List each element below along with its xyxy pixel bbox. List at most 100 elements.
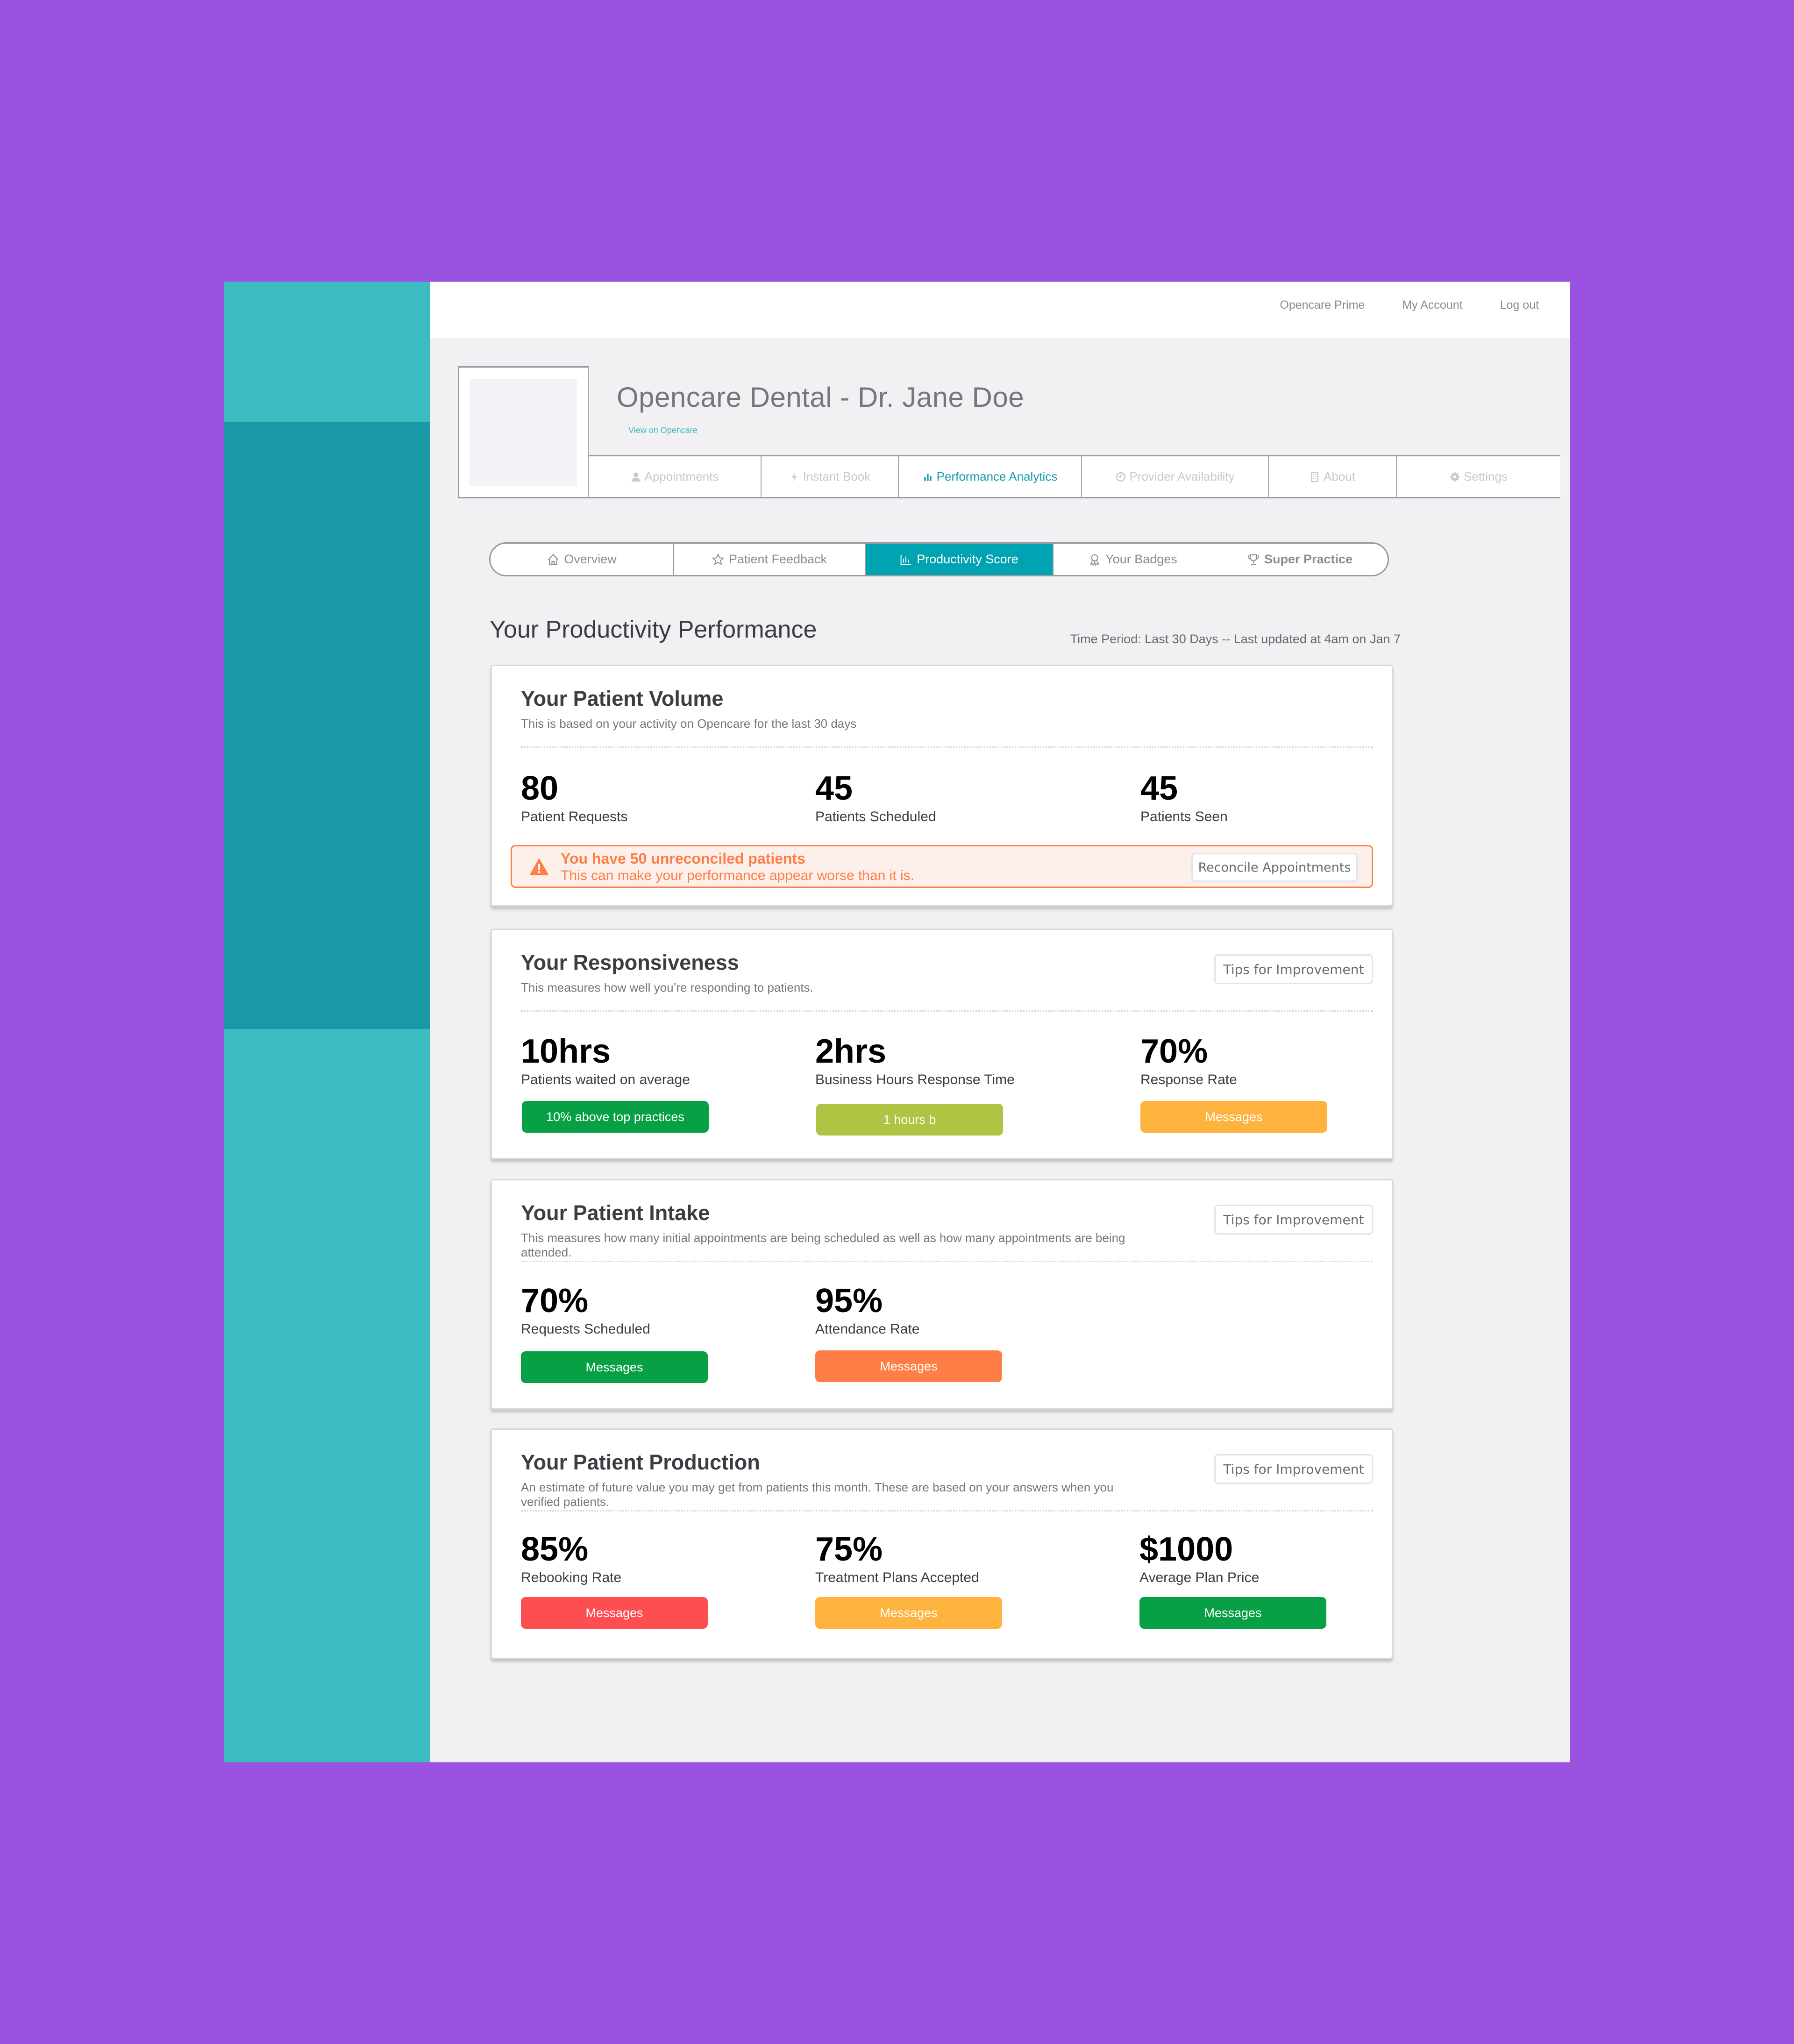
card-title: Your Patient Production (521, 1450, 760, 1474)
subtab-label: Patient Feedback (728, 552, 827, 566)
my-account-link[interactable]: My Account (1402, 298, 1462, 312)
card-responsiveness: Your Responsiveness This measures how we… (491, 929, 1393, 1159)
metric-value: 70% (521, 1282, 589, 1320)
card-patient-intake: Your Patient Intake This measures how ma… (491, 1179, 1393, 1410)
metric-label: Rebooking Rate (521, 1570, 622, 1585)
practice-logo (458, 366, 589, 498)
metric-treatment-plans-accepted: 75% Treatment Plans Accepted (815, 1531, 979, 1586)
card-description: This measures how well you’re responding… (521, 980, 813, 994)
ribbon-icon (1089, 554, 1100, 566)
divider (521, 1010, 1373, 1012)
time-period: Time Period: Last 30 Days -- Last update… (1070, 632, 1401, 646)
warning-title: You have 50 unreconciled patients (561, 850, 805, 867)
metric-value: 45 (815, 770, 853, 807)
card-title: Your Patient Volume (521, 687, 724, 710)
tab-label: About (1324, 469, 1355, 483)
building-icon (1311, 471, 1318, 482)
above-top-practices-badge[interactable]: 10% above top practices (522, 1101, 709, 1133)
metric-requests-scheduled: 70% Requests Scheduled (521, 1282, 650, 1337)
metric-average-plan-price: $1000 Average Plan Price (1139, 1531, 1259, 1586)
metric-value: 80 (521, 770, 559, 807)
view-on-opencare-link[interactable]: View on Opencare (628, 426, 698, 435)
subtab-productivity-score[interactable]: Productivity Score (866, 544, 1054, 575)
metric-label: Business Hours Response Time (815, 1072, 1015, 1087)
subtab-overview[interactable]: Overview (491, 544, 674, 575)
metric-label: Response Rate (1140, 1072, 1237, 1087)
subtab-super-practice[interactable]: Super Practice (1212, 544, 1388, 575)
card-description: This measures how many initial appointme… (521, 1231, 1125, 1259)
metric-attendance-rate: 95% Attendance Rate (815, 1282, 920, 1337)
card-patient-production: Your Patient Production An estimate of f… (491, 1428, 1393, 1659)
warning-icon (530, 859, 548, 875)
metric-value: 2hrs (815, 1033, 887, 1070)
log-out-link[interactable]: Log out (1500, 298, 1539, 312)
subtab-your-badges[interactable]: Your Badges (1054, 544, 1212, 575)
messages-button[interactable]: Messages (815, 1597, 1002, 1629)
reconcile-appointments-button[interactable]: Reconcile Appointments (1191, 853, 1358, 882)
card-description: This is based on your activity on Openca… (521, 717, 857, 731)
metric-label: Patients waited on average (521, 1072, 690, 1087)
metric-patients-scheduled: 45 Patients Scheduled (815, 770, 936, 825)
metric-value: 95% (815, 1282, 883, 1320)
messages-button[interactable]: Messages (815, 1350, 1002, 1382)
metric-patient-requests: 80 Patient Requests (521, 770, 627, 825)
opencare-prime-link[interactable]: Opencare Prime (1280, 298, 1365, 312)
section-title: Your Productivity Performance (490, 616, 817, 643)
metric-label: Requests Scheduled (521, 1321, 650, 1337)
metric-label: Attendance Rate (815, 1321, 920, 1337)
messages-button[interactable]: Messages (521, 1351, 708, 1383)
tab-performance-analytics[interactable]: Performance Analytics (899, 456, 1082, 497)
metric-value: 45 (1140, 770, 1178, 807)
tips-for-improvement-button[interactable]: Tips for Improvement (1214, 1454, 1373, 1484)
tab-label: Instant Book (803, 469, 871, 483)
hours-badge[interactable]: 1 hours b (816, 1104, 1003, 1136)
sub-tabs: Overview Patient Feedback Productivity S… (489, 542, 1389, 576)
app-window: Opencare Prime My Account Log out Openca… (224, 282, 1570, 1762)
sidebar (224, 282, 430, 1762)
tips-for-improvement-button[interactable]: Tips for Improvement (1214, 954, 1373, 984)
tips-for-improvement-button[interactable]: Tips for Improvement (1214, 1205, 1373, 1235)
messages-button[interactable]: Messages (521, 1597, 708, 1629)
user-icon (631, 472, 640, 482)
metric-rebooking-rate: 85% Rebooking Rate (521, 1531, 621, 1586)
subtab-label: Productivity Score (917, 552, 1018, 566)
subtab-label: Your Badges (1105, 552, 1177, 566)
tab-instant-book[interactable]: Instant Book (762, 456, 899, 497)
tab-label: Appointments (644, 469, 719, 483)
tab-label: Performance Analytics (936, 469, 1058, 483)
metric-value: 10hrs (521, 1033, 611, 1070)
profile-header: Opencare Dental - Dr. Jane Doe View on O… (458, 366, 1560, 498)
card-patient-volume: Your Patient Volume This is based on you… (491, 665, 1393, 907)
metric-value: 70% (1140, 1033, 1208, 1070)
metric-label: Patients Seen (1140, 809, 1228, 824)
divider (521, 1510, 1373, 1512)
warning-subtitle: This can make your performance appear wo… (561, 868, 915, 883)
bar-chart-icon (924, 473, 932, 481)
subtab-label: Overview (564, 552, 617, 566)
tab-settings[interactable]: Settings (1397, 456, 1560, 497)
main-tabs: Appointments Instant Book Performance An… (589, 455, 1560, 498)
metric-patients-seen: 45 Patients Seen (1140, 770, 1228, 825)
clock-icon (1116, 472, 1125, 482)
metric-patients-waited: 10hrs Patients waited on average (521, 1033, 690, 1088)
metric-label: Patient Requests (521, 809, 628, 824)
messages-button[interactable]: Messages (1139, 1597, 1326, 1629)
messages-button[interactable]: Messages (1140, 1101, 1327, 1133)
tab-about[interactable]: About (1269, 456, 1397, 497)
subtab-patient-feedback[interactable]: Patient Feedback (674, 544, 866, 575)
practice-name: Opencare Dental - Dr. Jane Doe (617, 382, 1025, 413)
tab-provider-availability[interactable]: Provider Availability (1082, 456, 1269, 497)
card-title: Your Patient Intake (521, 1201, 710, 1225)
gear-icon (1450, 472, 1459, 482)
bolt-icon (791, 472, 797, 482)
card-description: An estimate of future value you may get … (521, 1480, 1114, 1509)
metric-value: $1000 (1139, 1531, 1233, 1568)
sidebar-active-band (224, 422, 430, 1029)
metric-label: Average Plan Price (1139, 1570, 1260, 1585)
tab-appointments[interactable]: Appointments (589, 456, 762, 497)
bar-chart-icon (900, 554, 911, 565)
tab-label: Provider Availability (1129, 469, 1235, 483)
metric-value: 75% (815, 1531, 883, 1568)
metric-response-rate: 70% Response Rate (1140, 1033, 1237, 1088)
home-icon (548, 554, 559, 565)
